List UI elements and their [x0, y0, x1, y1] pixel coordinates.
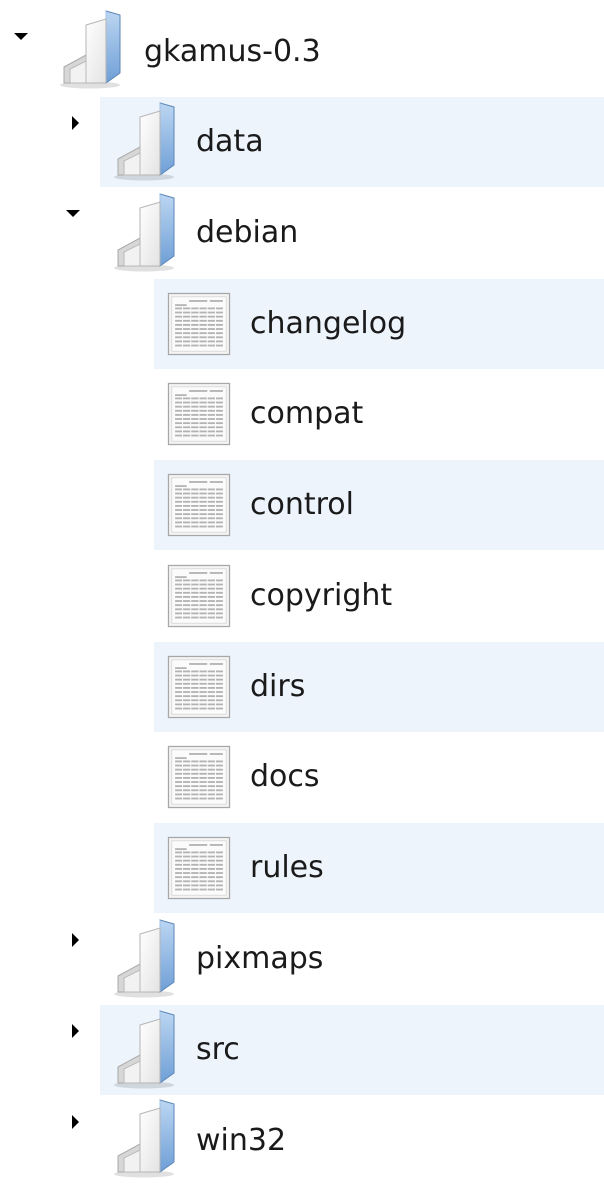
- text-file-icon: [166, 557, 232, 635]
- tree-item-label: src: [196, 1032, 240, 1067]
- tree-row-data[interactable]: data: [72, 97, 604, 187]
- tree-item-label: control: [250, 487, 354, 522]
- text-file-icon: [166, 738, 232, 816]
- expander-expanded-icon[interactable]: [66, 210, 80, 217]
- folder-icon: [110, 918, 182, 998]
- tree-row-rules[interactable]: rules: [154, 823, 604, 913]
- tree-row-debian[interactable]: debian: [66, 188, 604, 278]
- tree-row-win32[interactable]: win32: [72, 1094, 604, 1184]
- tree-item-label: win32: [196, 1123, 287, 1158]
- text-file-icon: [166, 648, 232, 726]
- tree-item-label: copyright: [250, 578, 393, 613]
- tree-item-label: pixmaps: [196, 941, 324, 976]
- tree-item-label: data: [196, 124, 264, 159]
- tree-item-label: debian: [196, 215, 299, 250]
- tree-item-label: rules: [250, 850, 324, 885]
- tree-item-label: dirs: [250, 669, 306, 704]
- folder-icon: [110, 101, 182, 181]
- expander-expanded-icon[interactable]: [14, 33, 28, 40]
- tree-row-control[interactable]: control: [154, 460, 604, 550]
- tree-row-gkamus[interactable]: gkamus-0.3: [0, 6, 604, 96]
- tree-row-pixmaps[interactable]: pixmaps: [72, 914, 604, 1004]
- text-file-icon: [166, 285, 232, 363]
- tree-row-dirs[interactable]: dirs: [154, 642, 604, 732]
- tree-item-label: changelog: [250, 306, 407, 341]
- expander-collapsed-icon[interactable]: [72, 933, 79, 947]
- expander-collapsed-icon[interactable]: [72, 116, 79, 130]
- folder-icon: [110, 1098, 182, 1178]
- text-file-icon: [166, 466, 232, 544]
- folder-icon: [110, 192, 182, 272]
- text-file-icon: [166, 375, 232, 453]
- folder-icon: [110, 1009, 182, 1089]
- tree-item-label: docs: [250, 759, 320, 794]
- tree-row-copyright[interactable]: copyright: [154, 551, 604, 641]
- expander-collapsed-icon[interactable]: [72, 1115, 79, 1129]
- expander-collapsed-icon[interactable]: [72, 1024, 79, 1038]
- tree-row-src[interactable]: src: [72, 1005, 604, 1095]
- tree-item-label: compat: [250, 396, 364, 431]
- folder-icon: [56, 9, 128, 89]
- tree-row-docs[interactable]: docs: [154, 732, 604, 822]
- tree-item-label: gkamus-0.3: [144, 34, 321, 69]
- text-file-icon: [166, 829, 232, 907]
- tree-row-changelog[interactable]: changelog: [154, 279, 604, 369]
- file-tree: gkamus-0.3 data debian changelog compat: [0, 0, 604, 1184]
- tree-row-compat[interactable]: compat: [154, 369, 604, 459]
